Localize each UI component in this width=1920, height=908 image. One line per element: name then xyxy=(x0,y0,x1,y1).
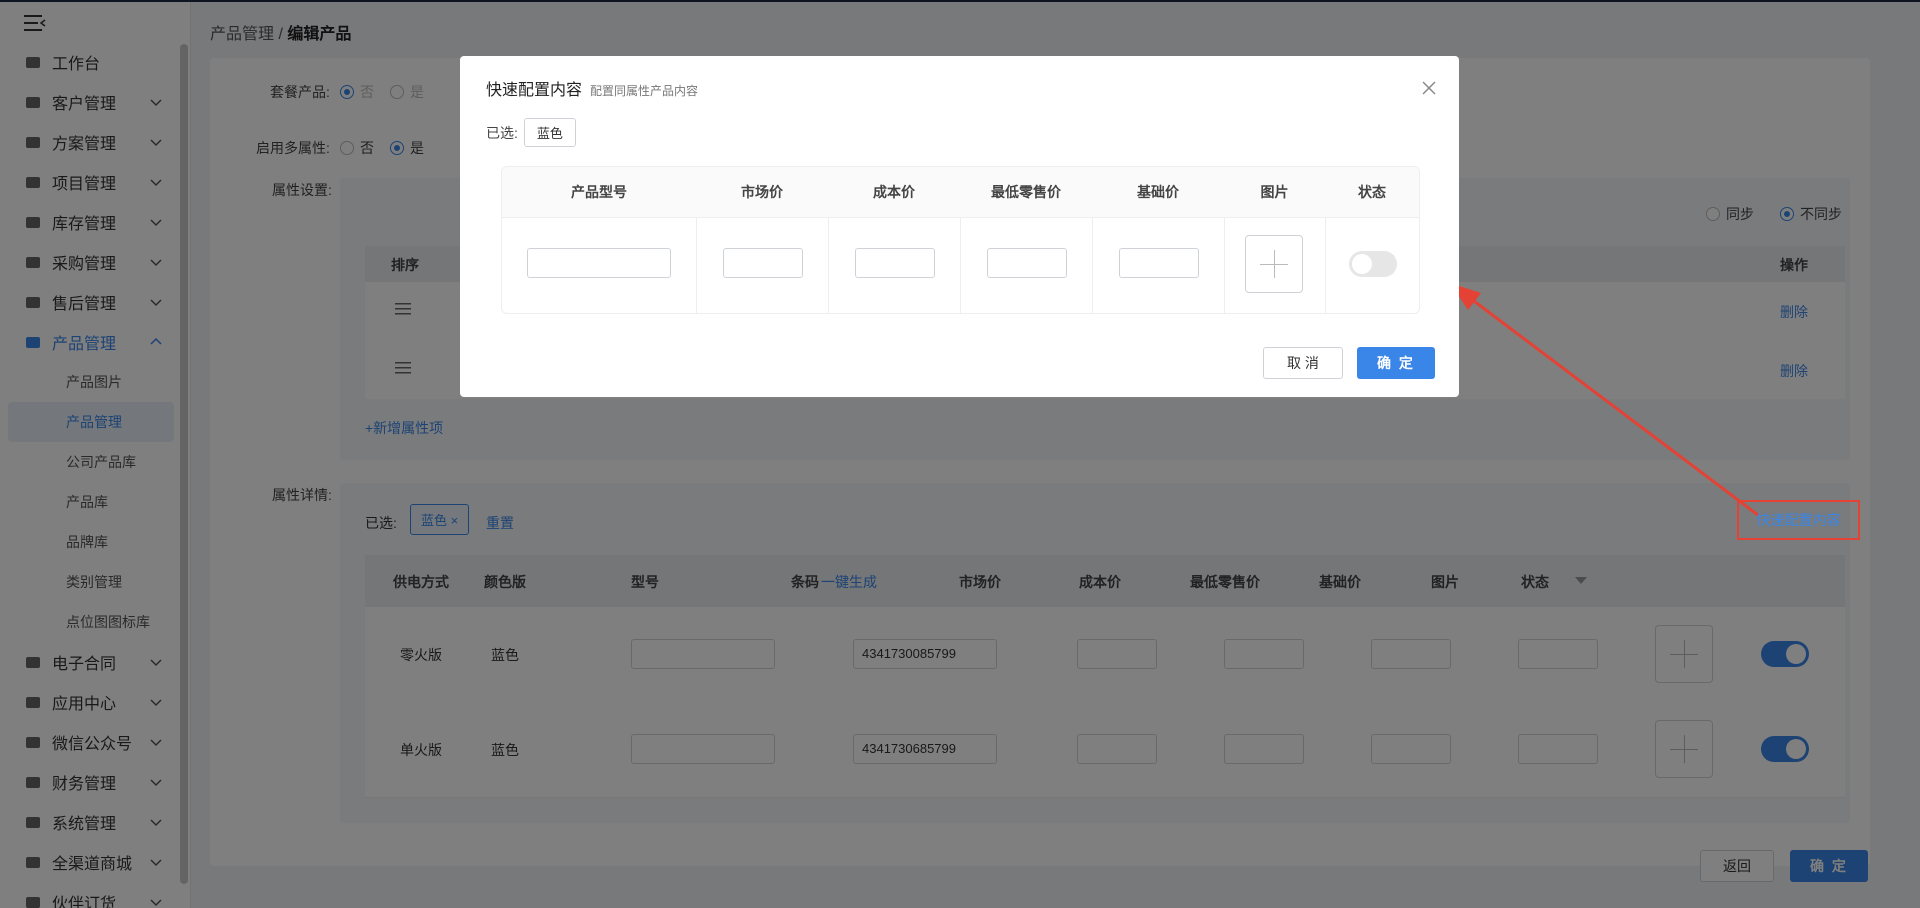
dialog-col-5: 图片 xyxy=(1260,184,1289,200)
column-divider xyxy=(1325,217,1326,313)
dialog-confirm-button[interactable]: 确 定 xyxy=(1357,347,1435,379)
status-toggle[interactable] xyxy=(1349,251,1397,277)
quick-config-dialog: 快速配置内容 配置同属性产品内容 已选: 蓝色 产品型号 市场价 成本价 最低零售价 基础… xyxy=(460,56,1459,397)
dialog-subtitle: 配置同属性产品内容 xyxy=(590,84,699,98)
dialog-title: 快速配置内容 配置同属性产品内容 xyxy=(486,82,699,99)
base-price-input[interactable] xyxy=(1119,248,1199,278)
dialog-selected-row: 已选: 蓝色 xyxy=(486,118,576,147)
quick-config-link[interactable]: 快速配置内容 xyxy=(1757,510,1841,530)
column-divider xyxy=(696,217,697,313)
dialog-col-0: 产品型号 xyxy=(571,184,627,200)
column-divider xyxy=(1092,217,1093,313)
dialog-col-4: 基础价 xyxy=(1137,184,1179,200)
image-upload-plus-icon[interactable] xyxy=(1245,235,1303,293)
column-divider xyxy=(960,217,961,313)
dialog-col-2: 成本价 xyxy=(873,184,915,200)
model-input[interactable] xyxy=(527,248,671,278)
annotation-highlight-box: 快速配置内容 xyxy=(1737,500,1860,540)
close-icon[interactable] xyxy=(1421,80,1437,96)
dialog-table: 产品型号 市场价 成本价 最低零售价 基础价 图片 状态 xyxy=(501,166,1420,314)
market-price-input[interactable] xyxy=(723,248,803,278)
column-divider xyxy=(1224,217,1225,313)
dialog-col-1: 市场价 xyxy=(741,184,783,200)
dialog-col-6: 状态 xyxy=(1358,184,1386,200)
column-divider xyxy=(828,217,829,313)
cost-price-input[interactable] xyxy=(855,248,935,278)
dialog-cancel-button[interactable]: 取 消 xyxy=(1263,347,1343,379)
dialog-selected-tag: 蓝色 xyxy=(523,118,576,147)
min-retail-price-input[interactable] xyxy=(987,248,1067,278)
dialog-col-3: 最低零售价 xyxy=(991,184,1061,200)
